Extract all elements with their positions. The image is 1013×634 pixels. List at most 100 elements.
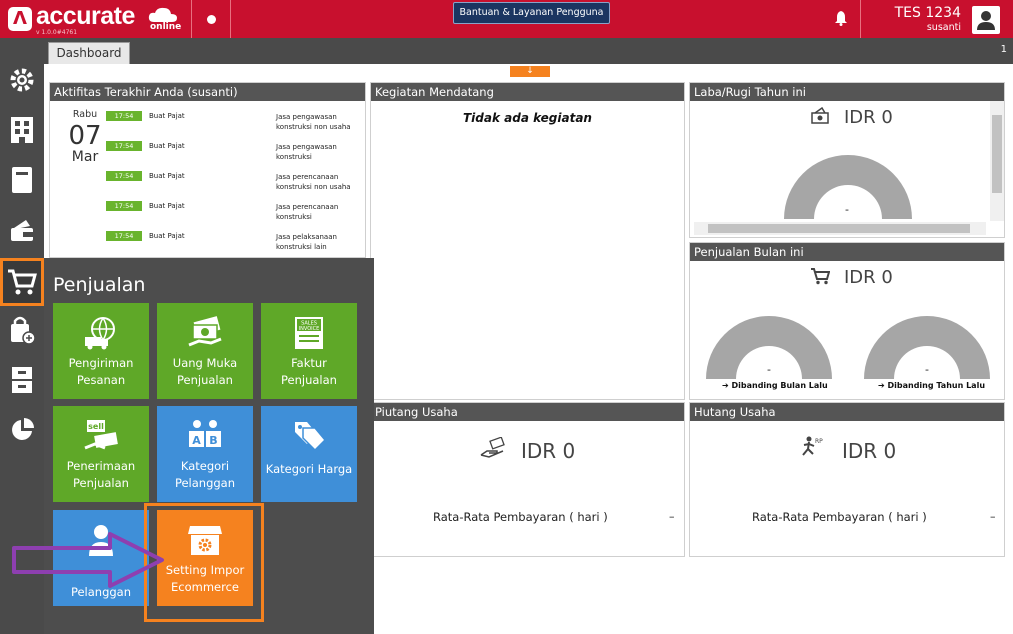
- scrollbar-thumb[interactable]: [992, 115, 1002, 193]
- shopping-bag-icon: [11, 316, 36, 345]
- left-gauge-value: -: [767, 363, 771, 376]
- activity-desc: Jasa pelaksanaan konstruksi lain: [276, 233, 337, 251]
- compare-year-label: Dibanding Tahun Lalu: [887, 381, 986, 390]
- sales-month-panel: Penjualan Bulan ini IDR 0 - - ➔ Dibandin…: [689, 242, 1005, 400]
- activity-type: Buat Pajat: [149, 112, 185, 120]
- top-bar: Λ accurate online v 1.0.0#4761 Bantuan &…: [0, 0, 1013, 38]
- tile-label: Pengiriman Pesanan: [68, 356, 134, 387]
- bell-icon[interactable]: [833, 10, 849, 26]
- tile-uang-muka-penjualan[interactable]: Uang Muka Penjualan: [157, 303, 253, 399]
- sidebar-item-cash-bank[interactable]: [0, 206, 44, 254]
- tile-kategori-pelanggan[interactable]: A B Kategori Pelanggan: [157, 406, 253, 502]
- activity-desc: Jasa perencanaan konstruksi: [276, 203, 339, 221]
- receivable-panel: Piutang Usaha IDR 0 Rata-Rata Pembayaran…: [370, 402, 685, 557]
- svg-text:RP: RP: [815, 438, 823, 445]
- ab-blocks-icon: A B: [157, 418, 253, 454]
- logo-mark-icon: Λ: [8, 7, 32, 31]
- logo-text: accurate: [36, 2, 135, 30]
- logo-online: online: [150, 22, 182, 32]
- sidebar-item-settings[interactable]: [0, 56, 44, 104]
- tab-strip: Dashboard 1: [44, 38, 1013, 64]
- activity-type: Buat Pajat: [149, 232, 185, 240]
- activity-time: 17:54: [106, 231, 142, 241]
- list-item[interactable]: 17:54 Buat Pajat Jasa perencanaan konstr…: [106, 201, 366, 229]
- upcoming-panel: Kegiatan Mendatang Tidak ada kegiatan: [370, 82, 685, 400]
- pie-chart-icon: [12, 418, 34, 440]
- tile-pengiriman-pesanan[interactable]: Pengiriman Pesanan: [53, 303, 149, 399]
- sales-invoice-icon: SALES INVOICE: [261, 315, 357, 351]
- tile-label: Faktur Penjualan: [281, 356, 337, 387]
- user-login[interactable]: susanti: [927, 22, 961, 33]
- building-icon: [11, 117, 33, 143]
- app-logo[interactable]: Λ accurate online v 1.0.0#4761: [0, 0, 192, 38]
- tile-penerimaan-penjualan[interactable]: sell Penerimaan Penjualan: [53, 406, 149, 502]
- activity-type: Buat Pajat: [149, 172, 185, 180]
- activity-desc: Jasa pengawasan konstruksi: [276, 143, 337, 161]
- sales-month-amount: IDR 0: [844, 267, 893, 288]
- help-button[interactable]: Bantuan & Layanan Pengguna: [453, 2, 610, 24]
- money-icon: [811, 107, 829, 124]
- price-tags-icon: [261, 418, 357, 454]
- activity-time: 17:54: [106, 171, 142, 181]
- list-item[interactable]: 17:54 Buat Pajat Jasa pelaksanaan konstr…: [106, 231, 366, 259]
- user-company[interactable]: TES 1234: [895, 5, 961, 21]
- status-dot-icon[interactable]: [207, 15, 216, 24]
- tab-count[interactable]: 1: [1001, 44, 1007, 55]
- payable-rate-value: –: [990, 510, 996, 523]
- sell-money-icon: sell: [53, 418, 149, 454]
- receivable-amount: IDR 0: [521, 439, 576, 463]
- list-item[interactable]: 17:54 Buat Pajat Jasa pengawasan konstru…: [106, 141, 366, 169]
- horizontal-scrollbar[interactable]: [694, 222, 986, 235]
- activity-panel: Aktifitas Terakhir Anda (susanti) Rabu 0…: [49, 82, 366, 258]
- payable-runner-icon: RP: [802, 436, 823, 456]
- activity-time: 17:54: [106, 141, 142, 151]
- sidebar-item-purchase[interactable]: [0, 306, 44, 354]
- payable-panel: Hutang Usaha RP IDR 0 Rata-Rata Pembayar…: [689, 402, 1005, 557]
- tile-faktur-penjualan[interactable]: SALES INVOICE Faktur Penjualan: [261, 303, 357, 399]
- profit-amount: IDR 0: [844, 107, 893, 128]
- money-hand-icon: [157, 315, 253, 351]
- archive-icon: [12, 367, 32, 393]
- activity-type: Buat Pajat: [149, 142, 185, 150]
- activity-time: 17:54: [106, 201, 142, 211]
- vertical-scrollbar[interactable]: [990, 101, 1004, 221]
- profit-panel: Laba/Rugi Tahun ini IDR 0 -: [689, 82, 1005, 238]
- tile-label: Penerimaan Penjualan: [66, 459, 136, 490]
- sidebar-item-inventory[interactable]: [0, 356, 44, 404]
- tile-label: Kategori Pelanggan: [174, 459, 236, 490]
- sidebar-item-ledger[interactable]: [0, 156, 44, 204]
- svg-text:sell: sell: [88, 422, 104, 431]
- tab-dashboard[interactable]: Dashboard: [48, 42, 130, 64]
- svg-text:B: B: [209, 434, 217, 447]
- payable-amount: IDR 0: [842, 439, 897, 463]
- sidebar-item-reports[interactable]: [0, 406, 44, 454]
- cart-icon: [811, 268, 830, 285]
- compare-month-caption: ➔ Dibanding Bulan Lalu: [722, 381, 828, 390]
- tile-label: Uang Muka Penjualan: [172, 356, 238, 387]
- wallet-icon: [11, 220, 33, 241]
- avatar[interactable]: [972, 6, 1000, 34]
- book-icon: [12, 167, 32, 193]
- list-item[interactable]: 17:54 Buat Pajat Jasa perencanaan konstr…: [106, 171, 366, 199]
- sidebar-item-sales[interactable]: [0, 258, 44, 306]
- tile-label: Kategori Harga: [265, 462, 353, 476]
- activity-time: 17:54: [106, 111, 142, 121]
- profit-gauge-value: -: [845, 203, 849, 216]
- sidebar-item-company[interactable]: [0, 106, 44, 154]
- activity-day: Rabu: [72, 109, 98, 120]
- receivable-rate-label: Rata-Rata Pembayaran ( hari ): [433, 510, 608, 524]
- receivable-rate-value: –: [669, 510, 675, 523]
- user-icon: [977, 11, 995, 30]
- cart-icon: [8, 269, 37, 295]
- receivable-hand-icon: [480, 437, 505, 458]
- right-gauge-value: -: [925, 363, 929, 376]
- scrollbar-thumb[interactable]: [708, 224, 970, 233]
- list-item[interactable]: 17:54 Buat Pajat Jasa pengawasan konstru…: [106, 111, 366, 139]
- sales-menu-title: Penjualan: [53, 274, 146, 296]
- tile-kategori-harga[interactable]: Kategori Harga: [261, 406, 357, 502]
- profit-title: Laba/Rugi Tahun ini: [690, 83, 1004, 101]
- receivable-title: Piutang Usaha: [371, 403, 684, 421]
- upcoming-title: Kegiatan Mendatang: [371, 83, 684, 101]
- delivery-globe-icon: [53, 315, 149, 351]
- collapse-arrow-button[interactable]: ↓: [510, 66, 550, 77]
